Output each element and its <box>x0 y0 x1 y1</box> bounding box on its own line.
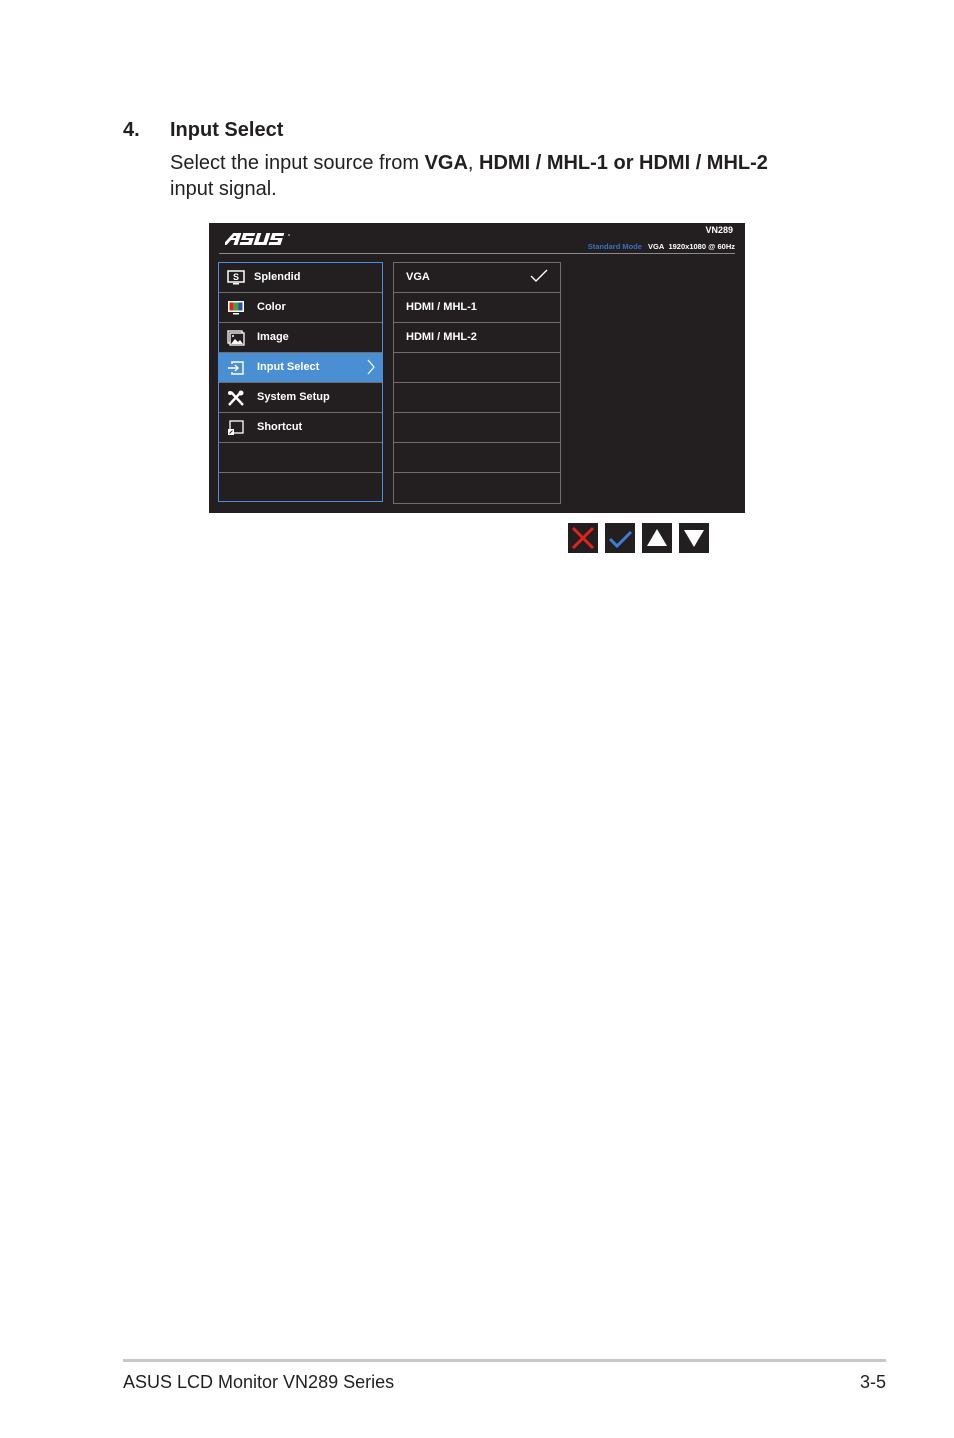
image-icon <box>227 330 245 346</box>
option-empty <box>394 473 560 503</box>
option-empty <box>394 353 560 383</box>
menu-item-label: System Setup <box>257 391 330 403</box>
close-button[interactable] <box>568 523 598 553</box>
checkmark-icon <box>608 530 633 549</box>
footer-title: ASUS LCD Monitor VN289 Series <box>123 1372 395 1392</box>
input-label: VGA <box>648 242 665 251</box>
option-empty <box>394 413 560 443</box>
mode-label: Standard Mode <box>587 242 642 251</box>
splendid-icon: S <box>227 270 245 285</box>
menu-item-input-select[interactable]: Input Select <box>219 353 382 383</box>
step-title: Input Select <box>170 119 284 141</box>
step-number: 4. <box>123 119 140 141</box>
input-select-icon <box>228 361 244 375</box>
option-label: VGA <box>406 271 430 283</box>
option-label: HDMI / MHL-1 <box>406 301 477 313</box>
desc-prefix: Select the input source from <box>170 152 425 174</box>
menu-item-image[interactable]: Image <box>219 323 382 353</box>
confirm-button[interactable] <box>605 523 635 553</box>
desc-separator: , <box>467 152 480 174</box>
input-select-submenu: VGA HDMI / MHL-1 HDMI / MHL-2 <box>393 262 561 504</box>
resolution-label: 1920x1080 @ 60Hz <box>668 242 735 251</box>
option-empty <box>394 443 560 473</box>
arrow-up-icon <box>647 529 667 546</box>
close-icon <box>571 526 595 550</box>
checkmark-icon <box>530 269 548 282</box>
footer-divider <box>123 1359 886 1362</box>
page-number: 3-5 <box>859 1372 886 1392</box>
menu-item-empty <box>219 443 382 473</box>
system-setup-icon <box>228 390 244 406</box>
option-hdmi-mhl-2[interactable]: HDMI / MHL-2 <box>394 323 560 353</box>
arrow-down-icon <box>684 530 704 547</box>
down-button[interactable] <box>679 523 709 553</box>
header-divider <box>219 253 735 254</box>
option-hdmi-mhl-1[interactable]: HDMI / MHL-1 <box>394 293 560 323</box>
chevron-right-icon <box>367 359 375 375</box>
status-bar: Standard Mode VGA 1920x1080 @ 60Hz <box>588 242 735 251</box>
main-menu: S Splendid Color Image Input Select Syst… <box>218 262 383 502</box>
desc-option-hdmi: HDMI / MHL-1 or HDMI / MHL-2 <box>479 152 768 174</box>
menu-item-empty <box>219 473 382 503</box>
menu-item-color[interactable]: Color <box>219 293 382 323</box>
osd-screen: VN289 Standard Mode VGA 1920x1080 @ 60Hz… <box>209 223 745 513</box>
color-icon <box>228 301 244 315</box>
menu-item-label: Splendid <box>254 271 301 283</box>
menu-item-system-setup[interactable]: System Setup <box>219 383 382 413</box>
option-vga[interactable]: VGA <box>394 263 560 293</box>
model-label: VN289 <box>705 225 733 235</box>
menu-item-label: Color <box>257 301 286 313</box>
desc-suffix: input signal. <box>170 178 277 200</box>
shortcut-icon <box>228 420 244 435</box>
menu-item-label: Shortcut <box>257 421 303 433</box>
up-button[interactable] <box>642 523 672 553</box>
menu-item-splendid[interactable]: S Splendid <box>219 263 382 293</box>
menu-item-label: Input Select <box>257 361 320 373</box>
step-description: Select the input source from VGA, HDMI /… <box>170 150 850 202</box>
asus-logo <box>225 233 290 245</box>
menu-item-shortcut[interactable]: Shortcut <box>219 413 382 443</box>
svg-text:S: S <box>233 272 239 282</box>
option-label: HDMI / MHL-2 <box>406 331 477 343</box>
menu-item-label: Image <box>257 331 289 343</box>
option-empty <box>394 383 560 413</box>
navigation-keys <box>568 523 709 553</box>
desc-option-vga: VGA <box>424 152 468 174</box>
